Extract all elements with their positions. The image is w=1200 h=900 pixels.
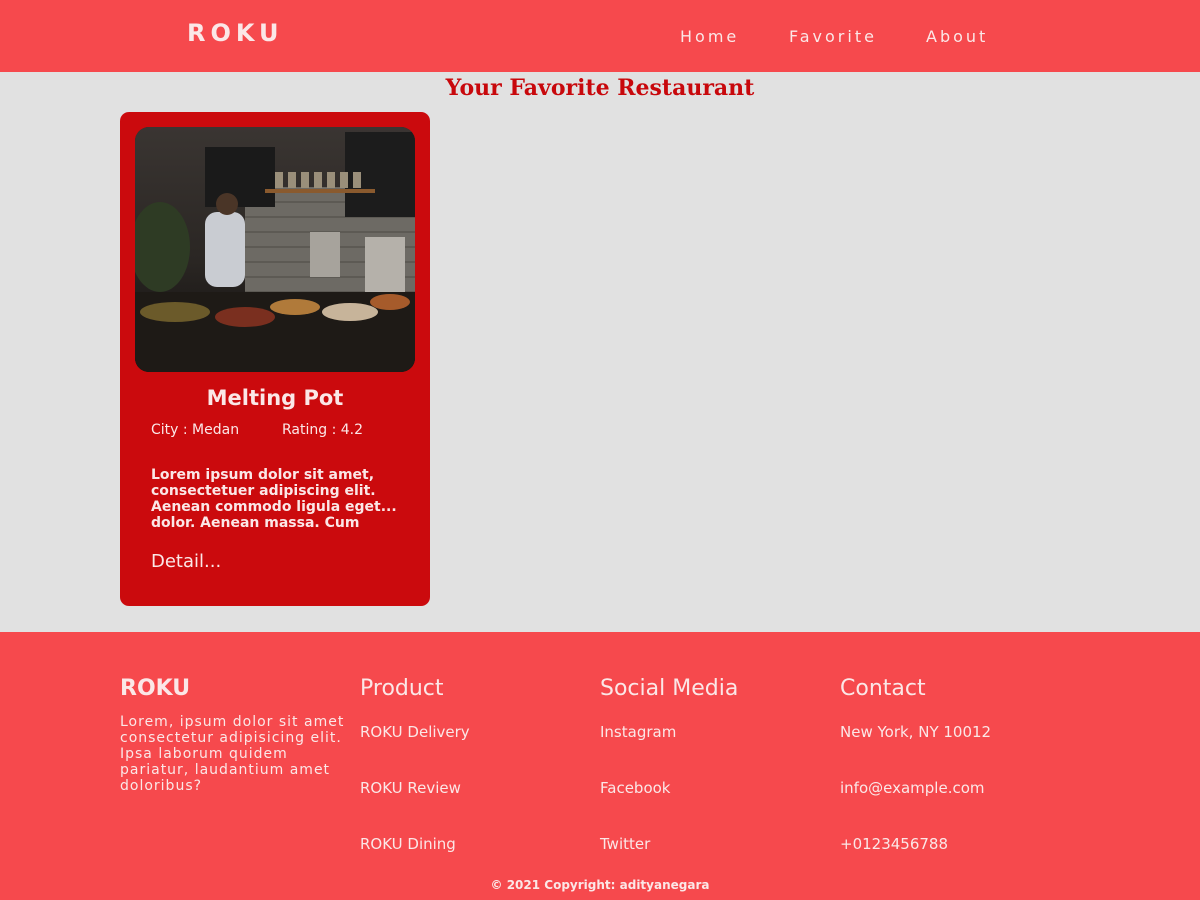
- footer-link-instagram[interactable]: Instagram: [600, 723, 676, 741]
- footer-link-delivery[interactable]: ROKU Delivery: [360, 723, 470, 741]
- footer-about-column: ROKU Lorem, ipsum dolor sit amet consect…: [120, 676, 360, 794]
- contact-email: info@example.com: [840, 779, 985, 797]
- footer-product-column: Product ROKU Delivery ROKU Review ROKU D…: [360, 676, 470, 853]
- contact-address: New York, NY 10012: [840, 723, 992, 741]
- footer-social-title: Social Media: [600, 676, 739, 701]
- top-navbar: ROKU Home Favorite About: [0, 0, 1200, 72]
- restaurant-card: Melting Pot City : Medan Rating : 4.2 Lo…: [120, 112, 430, 606]
- brand-logo[interactable]: ROKU: [187, 19, 284, 47]
- detail-link[interactable]: Detail...: [151, 551, 221, 572]
- nav-home[interactable]: Home: [680, 27, 739, 46]
- footer-link-dining[interactable]: ROKU Dining: [360, 835, 456, 853]
- restaurant-city: City : Medan: [151, 422, 240, 438]
- restaurant-description: Lorem ipsum dolor sit amet, consectetuer…: [151, 467, 397, 529]
- footer-link-facebook[interactable]: Facebook: [600, 779, 670, 797]
- footer-social-column: Social Media Instagram Facebook Twitter: [600, 676, 739, 853]
- page-footer: ROKU Lorem, ipsum dolor sit amet consect…: [0, 632, 1200, 900]
- restaurant-name: Melting Pot: [206, 386, 344, 410]
- footer-product-title: Product: [360, 676, 444, 701]
- footer-about-text: Lorem, ipsum dolor sit amet consectetur …: [120, 714, 345, 794]
- footer-brand: ROKU: [120, 676, 191, 701]
- footer-contact-title: Contact: [840, 676, 926, 701]
- footer-link-twitter[interactable]: Twitter: [600, 835, 650, 853]
- footer-link-review[interactable]: ROKU Review: [360, 779, 461, 797]
- nav-favorite[interactable]: Favorite: [789, 27, 877, 46]
- contact-phone: +0123456788: [840, 835, 949, 853]
- restaurant-rating: Rating : 4.2: [282, 422, 364, 438]
- footer-contact-column: Contact New York, NY 10012 info@example.…: [840, 676, 991, 853]
- nav-about[interactable]: About: [926, 27, 988, 46]
- restaurant-photo: [135, 127, 415, 372]
- copyright-text: © 2021 Copyright: adityanegara: [490, 878, 710, 892]
- section-title: Your Favorite Restaurant: [445, 75, 755, 102]
